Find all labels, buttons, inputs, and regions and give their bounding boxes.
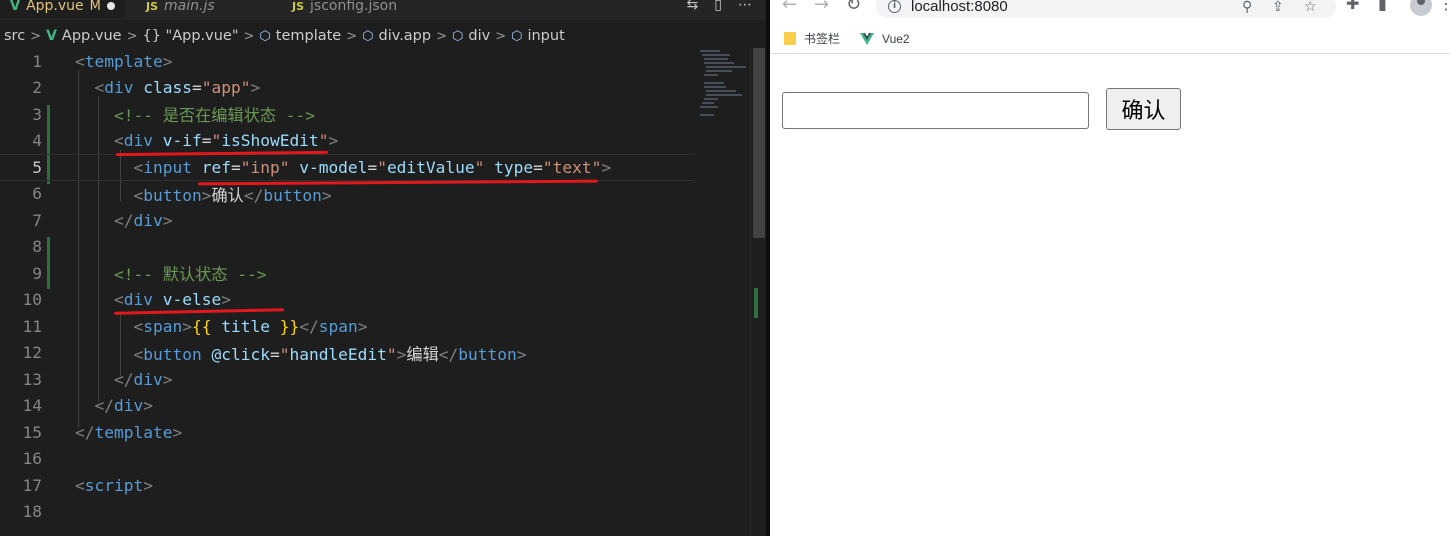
vue-logo-icon <box>860 32 875 45</box>
bookmark-vue2[interactable]: Vue2 <box>860 32 910 46</box>
unsaved-dot-icon[interactable] <box>106 2 115 10</box>
vue-file-icon: V <box>10 0 21 14</box>
js-file-icon: JS <box>292 0 305 13</box>
back-arrow-icon[interactable]: ← <box>782 0 797 15</box>
vue-file-icon: V <box>46 28 57 44</box>
js-file-icon: JS <box>146 0 159 13</box>
forward-arrow-icon[interactable]: → <box>814 0 829 15</box>
chevron-right-icon: > <box>436 28 447 44</box>
code-line: 17 <script> <box>22 475 153 495</box>
chevron-right-icon: > <box>346 28 358 44</box>
split-editor-icon[interactable]: ▯ <box>714 0 722 13</box>
breadcrumb-item-file[interactable]: App.vue <box>62 28 122 44</box>
tab-app-vue[interactable]: V App.vue M <box>0 0 125 18</box>
code-line: 16 <box>22 449 43 469</box>
profile-avatar-icon[interactable] <box>1410 0 1432 16</box>
bookmark-star-icon[interactable]: ☆ <box>1304 0 1317 15</box>
code-editor: V App.vue M JS main.js JS jsconfig.json … <box>0 0 766 536</box>
code-line: 9 <!-- 默认状态 --> <box>32 263 267 285</box>
breadcrumb-item-src[interactable]: src <box>4 28 25 44</box>
breadcrumb-item-div-app[interactable]: div.app <box>379 28 432 44</box>
zoom-icon[interactable]: ⚲ <box>1242 0 1252 15</box>
browser-window: ← → ↻ i localhost:8080 ⚲ ⇪ ☆ ✚ ▮ ⋮ 书签栏 V… <box>770 0 1450 536</box>
editor-tab-bar: V App.vue M JS main.js JS jsconfig.json … <box>0 0 766 20</box>
editor-scrollbar[interactable] <box>750 48 766 536</box>
element-icon: ⬡ <box>452 28 464 44</box>
git-change-marker <box>754 288 758 318</box>
url-text: localhost:8080 <box>911 0 1008 15</box>
page-content: 确认 <box>770 56 1450 536</box>
edit-input[interactable] <box>782 92 1089 129</box>
minimap[interactable] <box>694 48 750 536</box>
compare-changes-icon[interactable]: ⇆ <box>687 0 699 13</box>
browser-menu-icon[interactable]: ⋮ <box>1438 0 1450 13</box>
tab-main-js[interactable]: JS main.js <box>136 0 225 18</box>
code-line: 4 <div v-if="isShowEdit"> <box>32 131 339 151</box>
code-line-current: 5 <input ref="inp" v-model="editValue" t… <box>0 154 694 181</box>
code-line: 11 <span>{{ title }}</span> <box>22 316 368 336</box>
reload-icon[interactable]: ↻ <box>846 0 861 15</box>
element-icon: ⬡ <box>259 28 271 44</box>
code-line: 18 <box>22 502 43 522</box>
code-line: 1 <template> <box>32 51 173 71</box>
breadcrumb-item-div[interactable]: div <box>468 28 490 44</box>
chevron-right-icon: > <box>126 28 138 44</box>
code-line: 13 </div> <box>22 369 173 389</box>
folder-icon <box>784 32 796 45</box>
extensions-icon[interactable]: ✚ <box>1346 0 1359 13</box>
code-line: 7 </div> <box>32 210 173 230</box>
more-actions-icon[interactable]: ⋯ <box>738 0 752 13</box>
code-line: 6 <button>确认</button> <box>32 184 332 205</box>
element-icon: ⬡ <box>511 28 523 44</box>
chevron-right-icon: > <box>243 28 255 44</box>
code-line: 10 <div v-else> <box>22 290 231 310</box>
chevron-right-icon: > <box>495 28 507 44</box>
address-bar[interactable]: i localhost:8080 <box>876 0 1336 18</box>
code-line: 15 </template> <box>22 422 183 442</box>
chevron-right-icon: > <box>30 28 42 44</box>
share-icon[interactable]: ⇪ <box>1272 0 1284 15</box>
browser-toolbar: ← → ↻ i localhost:8080 ⚲ ⇪ ☆ ✚ ▮ ⋮ <box>770 0 1450 22</box>
editor-actions: ⇆ ▯ ⋯ <box>687 0 752 16</box>
breadcrumb-item-template[interactable]: template <box>276 28 341 44</box>
scroll-thumb[interactable] <box>753 48 765 238</box>
bookmarks-bar: 书签栏 Vue2 <box>770 24 1450 54</box>
code-line: 14 </div> <box>22 396 154 416</box>
breadcrumb-item-input[interactable]: input <box>527 28 564 44</box>
confirm-button[interactable]: 确认 <box>1106 88 1181 130</box>
breadcrumb-item-module[interactable]: {} "App.vue" <box>142 28 238 44</box>
code-line: 8 <box>32 237 42 257</box>
tab-jsconfig-json[interactable]: JS jsconfig.json <box>282 0 407 18</box>
bookmark-folder[interactable]: 书签栏 <box>784 30 840 47</box>
side-panel-icon[interactable]: ▮ <box>1378 0 1387 13</box>
element-icon: ⬡ <box>362 28 374 44</box>
breadcrumb: src > V App.vue > {} "App.vue" > ⬡ templ… <box>0 24 766 48</box>
code-area[interactable]: 1 <template> 2 <div class="app"> 3 <!-- 是… <box>0 48 694 536</box>
code-line: 3 <!-- 是否在编辑状态 --> <box>32 104 316 126</box>
site-info-icon[interactable]: i <box>888 0 901 13</box>
code-line: 12 <button @click="handleEdit">编辑</butto… <box>22 343 527 364</box>
code-line: 2 <div class="app"> <box>32 78 261 98</box>
